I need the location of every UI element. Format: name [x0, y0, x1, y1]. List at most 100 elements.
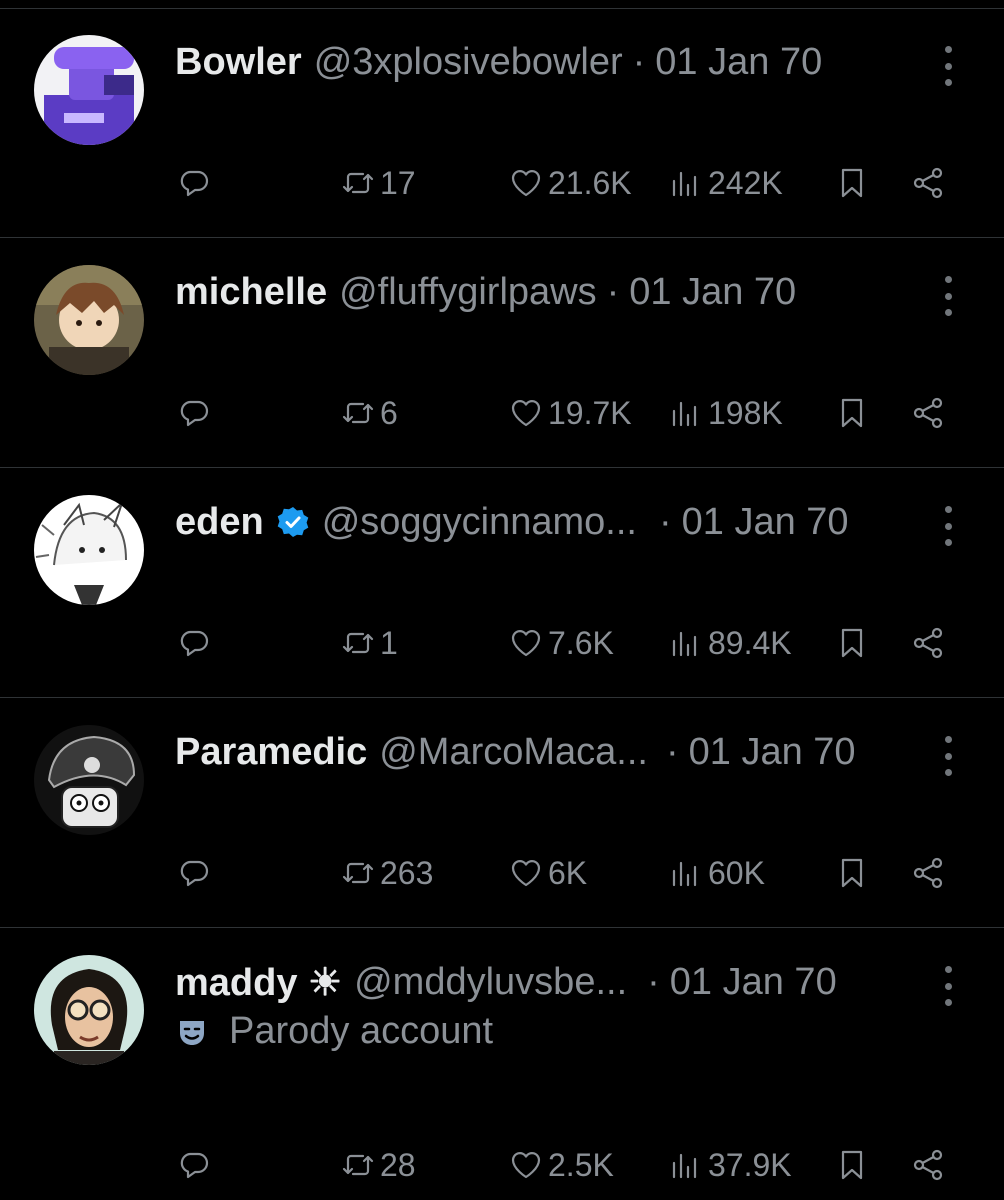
- heart-icon: [511, 1152, 541, 1179]
- repost-icon: [342, 1154, 374, 1176]
- repost-button[interactable]: 1: [340, 618, 398, 668]
- avatar[interactable]: [34, 955, 144, 1065]
- views-button[interactable]: 60K: [668, 848, 765, 898]
- views-button[interactable]: 89.4K: [668, 618, 792, 668]
- share-button[interactable]: [910, 618, 946, 668]
- post-header: maddy ☀ @mddyluvsbe... · 01 Jan 70: [175, 958, 935, 1006]
- action-bar: 28 2.5K 37.9K: [0, 1140, 1004, 1190]
- separator-dot: ·: [658, 500, 672, 543]
- like-button[interactable]: 7.6K: [508, 618, 614, 668]
- more-options-icon[interactable]: [936, 276, 960, 316]
- repost-button[interactable]: 28: [340, 1140, 416, 1190]
- post-header: michelle @fluffygirlpaws · 01 Jan 70: [175, 268, 935, 316]
- views-button[interactable]: 242K: [668, 158, 783, 208]
- like-count: 21.6K: [548, 164, 632, 201]
- action-bar: 263 6K 60K: [0, 848, 1004, 898]
- view-count: 60K: [708, 854, 765, 891]
- post-item[interactable]: Paramedic @MarcoMaca... · 01 Jan 70 263 …: [0, 698, 1004, 928]
- bookmark-button[interactable]: [834, 158, 870, 208]
- display-name[interactable]: eden: [175, 501, 264, 544]
- share-icon: [913, 627, 943, 659]
- user-handle[interactable]: @soggycinnamo...: [322, 501, 637, 544]
- repost-button[interactable]: 263: [340, 848, 433, 898]
- reply-button[interactable]: [176, 158, 212, 208]
- theater-mask-icon: [175, 1015, 209, 1049]
- post-date[interactable]: 01 Jan 70: [655, 41, 822, 84]
- user-handle[interactable]: @MarcoMaca...: [379, 731, 648, 774]
- avatar[interactable]: [34, 35, 144, 145]
- reply-icon: [180, 400, 209, 427]
- reply-button[interactable]: [176, 848, 212, 898]
- post-date[interactable]: 01 Jan 70: [689, 731, 856, 774]
- display-name[interactable]: Bowler: [175, 41, 302, 84]
- reply-button[interactable]: [176, 1140, 212, 1190]
- user-handle[interactable]: @fluffygirlpaws: [339, 271, 597, 314]
- user-handle[interactable]: @3xplosivebowler: [314, 41, 623, 84]
- bookmark-button[interactable]: [834, 1140, 870, 1190]
- like-count: 2.5K: [548, 1146, 614, 1183]
- user-handle[interactable]: @mddyluvsbe...: [354, 961, 627, 1004]
- like-button[interactable]: 19.7K: [508, 388, 632, 438]
- like-button[interactable]: 6K: [508, 848, 587, 898]
- more-options-icon[interactable]: [936, 736, 960, 776]
- avatar[interactable]: [34, 495, 144, 605]
- reply-icon: [180, 860, 209, 887]
- verified-badge-icon: [276, 505, 310, 539]
- repost-icon: [342, 172, 374, 194]
- display-name[interactable]: Paramedic: [175, 731, 367, 774]
- action-bar: 6 19.7K 198K: [0, 388, 1004, 438]
- share-button[interactable]: [910, 848, 946, 898]
- post-item[interactable]: maddy ☀ @mddyluvsbe... · 01 Jan 70 Parod…: [0, 928, 1004, 1200]
- action-bar: 17 21.6K 242K: [0, 158, 1004, 208]
- views-button[interactable]: 37.9K: [668, 1140, 792, 1190]
- post-date[interactable]: 01 Jan 70: [670, 961, 837, 1004]
- more-options-icon[interactable]: [936, 966, 960, 1006]
- more-options-icon[interactable]: [936, 506, 960, 546]
- bookmark-icon: [841, 628, 863, 658]
- like-button[interactable]: 21.6K: [508, 158, 632, 208]
- share-icon: [913, 397, 943, 429]
- post-date[interactable]: 01 Jan 70: [682, 501, 849, 544]
- post-header: Bowler @3xplosivebowler · 01 Jan 70: [175, 38, 935, 86]
- like-button[interactable]: 2.5K: [508, 1140, 614, 1190]
- bookmark-button[interactable]: [834, 618, 870, 668]
- repost-count: 1: [380, 624, 398, 661]
- repost-count: 17: [380, 164, 416, 201]
- parody-label: Parody account: [175, 1010, 493, 1053]
- display-name[interactable]: maddy ☀: [175, 960, 342, 1005]
- separator-dot: ·: [606, 270, 620, 313]
- avatar[interactable]: [34, 725, 144, 835]
- bookmark-button[interactable]: [834, 388, 870, 438]
- heart-icon: [511, 400, 541, 427]
- post-date[interactable]: 01 Jan 70: [629, 271, 796, 314]
- post-item[interactable]: michelle @fluffygirlpaws · 01 Jan 70 6 1…: [0, 238, 1004, 468]
- avatar[interactable]: [34, 265, 144, 375]
- share-button[interactable]: [910, 1140, 946, 1190]
- more-options-icon[interactable]: [936, 46, 960, 86]
- separator-dot: ·: [665, 730, 679, 773]
- share-button[interactable]: [910, 388, 946, 438]
- separator-dot: ·: [632, 40, 646, 83]
- bookmark-icon: [841, 1150, 863, 1180]
- share-icon: [913, 167, 943, 199]
- bookmark-button[interactable]: [834, 848, 870, 898]
- view-count: 89.4K: [708, 624, 792, 661]
- repost-button[interactable]: 6: [340, 388, 398, 438]
- post-header: Paramedic @MarcoMaca... · 01 Jan 70: [175, 728, 935, 776]
- post-item[interactable]: Bowler @3xplosivebowler · 01 Jan 70 17 2…: [0, 8, 1004, 238]
- share-button[interactable]: [910, 158, 946, 208]
- reply-button[interactable]: [176, 618, 212, 668]
- repost-count: 28: [380, 1146, 416, 1183]
- like-count: 7.6K: [548, 624, 614, 661]
- reply-button[interactable]: [176, 388, 212, 438]
- like-count: 19.7K: [548, 394, 632, 431]
- bookmark-icon: [841, 858, 863, 888]
- parody-account-text: Parody account: [229, 1010, 494, 1052]
- repost-button[interactable]: 17: [340, 158, 416, 208]
- repost-icon: [342, 862, 374, 884]
- post-item[interactable]: eden @soggycinnamo... · 01 Jan 70 1 7.6K…: [0, 468, 1004, 698]
- display-name[interactable]: michelle: [175, 271, 327, 314]
- views-chart-icon: [672, 171, 697, 197]
- post-header: eden @soggycinnamo... · 01 Jan 70: [175, 498, 935, 546]
- views-button[interactable]: 198K: [668, 388, 783, 438]
